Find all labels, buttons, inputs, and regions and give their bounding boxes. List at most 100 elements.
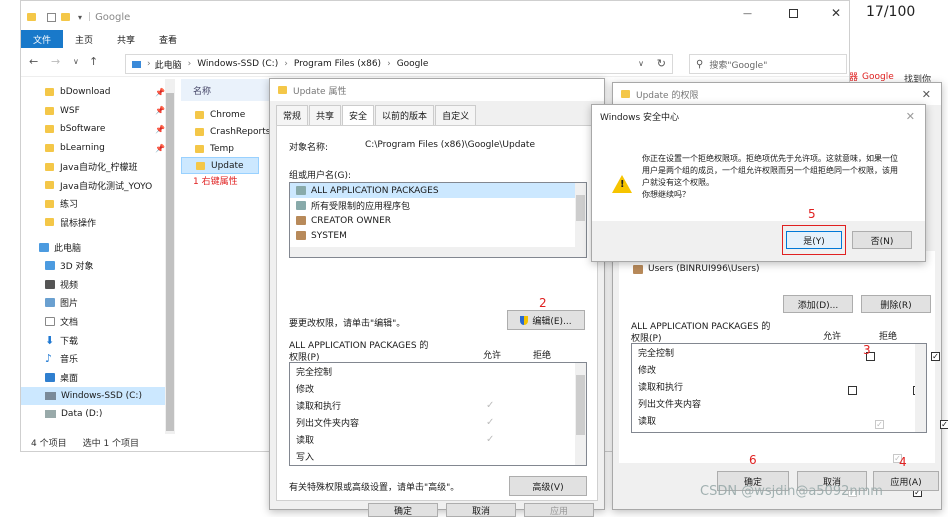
nav-item-label: bSoftware xyxy=(60,124,106,135)
perm-row: 修改 xyxy=(290,380,586,397)
security-message-text: 你正在设置一个拒绝权限项。拒绝项优先于允许项。这就意味，如果一位用户是两个组的成… xyxy=(642,154,898,187)
perm-row: 完全控制 xyxy=(290,363,586,380)
minimize-icon[interactable]: — xyxy=(743,9,752,19)
breadcrumb-programfiles[interactable]: Program Files (x86) xyxy=(294,59,381,69)
close-icon[interactable]: ✕ xyxy=(906,110,915,123)
nav-item[interactable]: 鼠标操作 xyxy=(21,213,171,232)
file-item[interactable]: Temp xyxy=(181,141,281,158)
permissions-title: Update 的权限 xyxy=(636,90,699,101)
security-message: 你正在设置一个拒绝权限项。拒绝项优先于允许项。这就意味，如果一位用户是两个组的成… xyxy=(642,153,904,201)
pin-icon[interactable]: 📌 xyxy=(155,144,165,153)
deny-checkbox[interactable]: ✓ xyxy=(940,420,948,429)
nav-item[interactable]: 3D 对象 xyxy=(21,256,171,275)
list-item[interactable]: ALL APPLICATION PACKAGES xyxy=(290,183,586,198)
tab-view[interactable]: 查看 xyxy=(147,30,189,48)
list-item[interactable]: SYSTEM xyxy=(290,228,586,243)
hscroll[interactable] xyxy=(290,247,576,257)
add-button[interactable]: 添加(D)... xyxy=(783,295,853,313)
file-item-selected[interactable]: Update xyxy=(181,157,259,175)
back-arrow-icon[interactable]: ← xyxy=(29,55,38,68)
nav-scrollbar-thumb[interactable] xyxy=(166,93,174,431)
breadcrumb-pc[interactable]: 此电脑 xyxy=(155,58,182,71)
nav-item[interactable]: Java自动化测试_YOYO xyxy=(21,176,171,195)
download-icon: ⬇ xyxy=(45,333,55,347)
advanced-button[interactable]: 高级(V) xyxy=(509,476,587,496)
perm-list-scrollbar-thumb[interactable] xyxy=(576,375,585,435)
allow-checkbox[interactable]: ✓ xyxy=(875,420,885,429)
checkbox-icon[interactable] xyxy=(47,12,56,22)
group-list-scrollbar-thumb[interactable] xyxy=(576,195,585,221)
nav-item[interactable]: Java自动化_柠檬班 xyxy=(21,157,171,176)
column-header-name[interactable]: 名称 xyxy=(181,79,281,101)
dropdown-icon[interactable]: ▾ xyxy=(78,13,82,22)
forward-arrow-icon[interactable]: → xyxy=(51,55,60,68)
nav-item[interactable]: Data (D:) xyxy=(21,405,171,424)
address-box[interactable]: › 此电脑 › Windows-SSD (C:) › Program Files… xyxy=(125,54,673,74)
tab-previous-versions[interactable]: 以前的版本 xyxy=(375,105,435,127)
close-icon[interactable]: ✕ xyxy=(831,6,841,20)
remove-button[interactable]: 删除(R) xyxy=(861,295,931,313)
breadcrumb-separator: › xyxy=(387,59,391,69)
nav-item[interactable]: 练习 xyxy=(21,195,171,214)
recent-dropdown-icon[interactable]: ∨ xyxy=(73,57,79,66)
folder-icon xyxy=(196,161,205,170)
file-item[interactable]: CrashReports xyxy=(181,124,281,141)
nav-item[interactable]: 文档 xyxy=(21,312,171,331)
annotation-4: 4 xyxy=(899,455,907,469)
nav-item[interactable]: 图片 xyxy=(21,294,171,313)
perm-name: 修改 xyxy=(638,366,657,376)
nav-item-label: 鼠标操作 xyxy=(60,218,97,229)
edit-button[interactable]: 编辑(E)... xyxy=(507,310,585,330)
nav-item[interactable]: 桌面 xyxy=(21,368,171,387)
nav-item[interactable]: bSoftware 📌 xyxy=(21,120,171,139)
nav-item[interactable]: ⬇ 下载 xyxy=(21,331,171,350)
folder-icon xyxy=(195,128,204,137)
folder-icon xyxy=(278,86,287,94)
breadcrumb-google[interactable]: Google xyxy=(397,59,429,69)
hidden-user-row[interactable]: Users (BINRUI996\Users) xyxy=(633,261,925,277)
cancel-button[interactable]: 取消 xyxy=(446,503,516,517)
perm-list-scrollbar[interactable] xyxy=(915,344,926,432)
tab-file[interactable]: 文件 xyxy=(21,30,64,48)
refresh-icon[interactable]: ↻ xyxy=(657,57,666,70)
file-list: 名称 Chrome CrashReports Temp Update 1 右键属… xyxy=(181,79,281,434)
tab-home[interactable]: 主页 xyxy=(63,30,105,48)
tab-customize[interactable]: 自定义 xyxy=(435,105,477,127)
nav-item-selected[interactable]: Windows-SSD (C:) xyxy=(21,386,171,406)
tab-sharing[interactable]: 共享 xyxy=(309,105,342,127)
allow-checkbox[interactable] xyxy=(848,386,858,395)
pin-icon[interactable]: 📌 xyxy=(155,125,165,134)
deny-checkbox[interactable]: ✓ xyxy=(931,352,941,361)
pictures-icon xyxy=(45,298,55,308)
close-icon[interactable]: ✕ xyxy=(922,88,931,101)
apply-button[interactable]: 应用 xyxy=(524,503,594,517)
search-input[interactable]: 搜索"Google" xyxy=(709,58,767,71)
ok-button[interactable]: 确定 xyxy=(368,503,438,517)
up-arrow-icon[interactable]: ↑ xyxy=(89,55,98,68)
status-selected: 选中 1 个项目 xyxy=(82,438,140,449)
search-box[interactable]: ⚲ 搜索"Google" xyxy=(689,54,847,74)
security-titlebar: Windows 安全中心 ✕ xyxy=(592,105,925,127)
list-item[interactable]: 所有受限制的应用程序包 xyxy=(290,198,586,213)
nav-item[interactable]: WSF 📌 xyxy=(21,102,171,121)
list-item[interactable]: CREATOR OWNER xyxy=(290,213,586,228)
address-dropdown-icon[interactable]: ∨ xyxy=(638,59,644,68)
breadcrumb-drive[interactable]: Windows-SSD (C:) xyxy=(197,59,278,69)
tab-general[interactable]: 常规 xyxy=(276,105,309,127)
nav-item[interactable]: bLearning 📌 xyxy=(21,139,171,158)
file-item[interactable]: Chrome xyxy=(181,107,281,124)
list-item-label: ALL APPLICATION PACKAGES xyxy=(311,185,439,196)
nav-item[interactable]: bDownload 📌 xyxy=(21,83,171,102)
tab-share[interactable]: 共享 xyxy=(105,30,147,48)
tab-security[interactable]: 安全 xyxy=(342,105,375,127)
nav-item-this-pc[interactable]: 此电脑 xyxy=(21,238,171,257)
warning-exclamation: ! xyxy=(620,179,625,190)
nav-item[interactable]: 视频 xyxy=(21,275,171,294)
pin-icon[interactable]: 📌 xyxy=(155,88,165,97)
pin-icon[interactable]: 📌 xyxy=(155,106,165,115)
no-button[interactable]: 否(N) xyxy=(852,231,912,249)
nav-item[interactable]: ♪ 音乐 xyxy=(21,349,171,368)
yes-button[interactable]: 是(Y) xyxy=(786,231,842,249)
maximize-icon[interactable] xyxy=(789,9,798,18)
perm-name: 读取和执行 xyxy=(638,383,684,393)
